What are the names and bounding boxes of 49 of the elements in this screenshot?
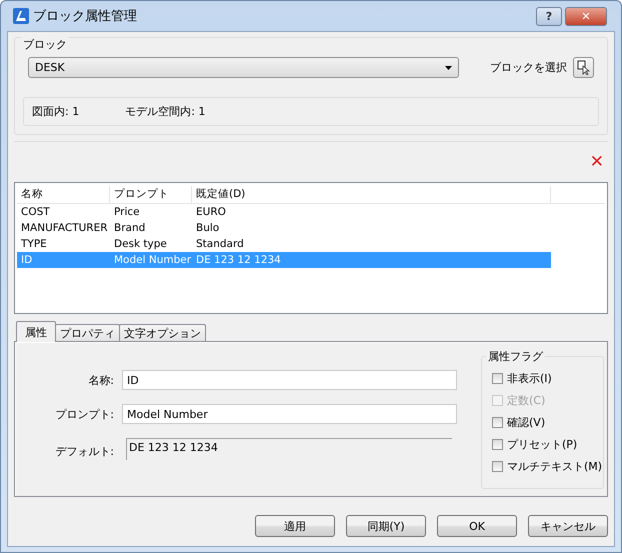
field-label: デフォルト:	[54, 444, 115, 459]
default-field[interactable]: DE 123 12 1234	[126, 438, 452, 460]
table-row[interactable]: COST Price EURO	[17, 204, 551, 220]
tab[interactable]: 属性	[16, 321, 56, 342]
tab[interactable]: プロパティ	[55, 324, 120, 341]
table-cell-text: TYPE	[20, 237, 48, 252]
dialog-button[interactable]: キャンセル	[528, 515, 608, 537]
field-label: 名称:	[87, 372, 115, 388]
column-header[interactable]: 既定値(D)	[192, 186, 551, 203]
table-cell-text: COST	[20, 205, 51, 220]
window-title: ブロック属性管理	[33, 8, 138, 25]
help-button[interactable]: ?	[536, 6, 562, 26]
group-label: 属性フラグ	[486, 349, 545, 364]
column-header[interactable]: 名称	[17, 186, 110, 203]
count-text: モデル空間内: 1	[125, 104, 206, 119]
pick-button[interactable]	[573, 57, 594, 78]
flag-checkbox[interactable]: マルチテキスト(M)	[482, 455, 603, 477]
flag-checkbox[interactable]: 非表示(I)	[482, 367, 603, 389]
caret-icon	[445, 66, 452, 70]
flag-checkbox[interactable]: 確認(V)	[482, 411, 603, 433]
input-field[interactable]: ID	[122, 370, 457, 390]
table-cell-text: Brand	[113, 221, 146, 236]
column-header[interactable]: プロンプト	[110, 186, 192, 203]
table-cell-text: DE 123 12 1234	[195, 253, 282, 268]
dialog-button[interactable]: OK	[437, 515, 517, 537]
field-label: プロンプト:	[54, 406, 115, 422]
count-text: 図面内: 1	[32, 104, 80, 119]
table-cell-text: EURO	[195, 205, 227, 220]
table-row[interactable]: TYPE Desk type Standard	[17, 236, 551, 252]
table-cell-text: Price	[113, 205, 141, 220]
group-label: ブロック	[21, 37, 69, 52]
dialog-button[interactable]: 適用	[255, 515, 335, 537]
flag-checkbox[interactable]: プリセット(P)	[482, 433, 603, 455]
table-cell-text: Standard	[195, 237, 245, 252]
table-cell-text: Desk type	[113, 237, 168, 252]
table-cell-text: MANUFACTURER	[20, 221, 109, 236]
block-dropdown[interactable]: DESK	[28, 57, 459, 78]
table-cell-text: Bulo	[195, 221, 220, 236]
app-icon	[13, 8, 29, 24]
select-label: ブロックを選択	[490, 60, 567, 75]
input-field[interactable]: Model Number	[122, 404, 457, 424]
table-cell-text: Model Number	[113, 253, 192, 268]
tab[interactable]: 文字オプション	[119, 324, 206, 341]
flag-checkbox: 定数(C)	[482, 389, 603, 411]
delete-button[interactable]: ✕	[590, 154, 604, 170]
cursor-icon	[577, 60, 590, 75]
dialog-button[interactable]: 同期(Y)	[346, 515, 426, 537]
table-cell-text: ID	[20, 253, 34, 268]
table-row[interactable]: MANUFACTURER Brand Bulo	[17, 220, 551, 236]
